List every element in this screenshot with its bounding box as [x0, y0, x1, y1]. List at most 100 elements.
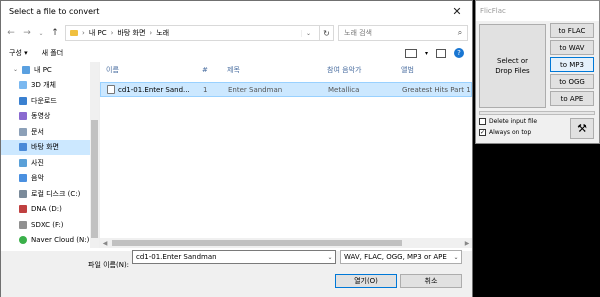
- dialog-body: ⌄ 내 PC 3D 개체 다운로드 동영상 문서 바탕 화면 사진 음악 로컬 …: [1, 62, 472, 248]
- sidebar-item-desktop[interactable]: 바탕 화면: [1, 139, 99, 155]
- up-arrow-icon[interactable]: ↑: [49, 26, 61, 40]
- video-icon: [19, 112, 27, 121]
- help-icon[interactable]: ?: [454, 48, 464, 58]
- cloud-icon: [19, 236, 27, 245]
- file-dialog: Select a file to convert ✕ ← → ⌄ ↑ › 내 P…: [0, 0, 473, 297]
- chevron-icon: ›: [149, 29, 153, 37]
- preview-pane-icon[interactable]: [436, 48, 446, 58]
- scroll-left-icon[interactable]: ◀: [100, 240, 110, 247]
- close-icon[interactable]: ✕: [442, 1, 472, 22]
- column-header-album[interactable]: 앨범: [395, 65, 472, 75]
- to-mp3-button[interactable]: to MP3: [550, 57, 594, 72]
- organize-button[interactable]: 구성 ▾: [9, 48, 28, 58]
- chevron-down-icon[interactable]: ⌄: [13, 66, 18, 73]
- always-on-top-checkbox[interactable]: ✓ Always on top: [479, 129, 531, 136]
- filetype-select[interactable]: WAV, FLAC, OGG, MP3 or APE ⌄: [340, 250, 462, 264]
- sidebar-item-pictures[interactable]: 사진: [1, 155, 99, 171]
- sidebar-item-label: 음악: [31, 174, 44, 183]
- sidebar-item-downloads[interactable]: 다운로드: [1, 93, 99, 109]
- sidebar-item-3d-objects[interactable]: 3D 개체: [1, 78, 99, 94]
- command-toolbar: 구성 ▾ 새 폴더 ▾ ?: [1, 44, 472, 62]
- file-number: 1: [203, 85, 208, 94]
- navigation-pane: ⌄ 내 PC 3D 개체 다운로드 동영상 문서 바탕 화면 사진 음악 로컬 …: [1, 62, 99, 248]
- to-ape-button[interactable]: to APE: [550, 91, 594, 106]
- open-button[interactable]: 열기(O): [335, 274, 397, 288]
- sidebar-item-documents[interactable]: 문서: [1, 124, 99, 140]
- audio-file-icon: [107, 85, 115, 94]
- to-flac-button[interactable]: to FLAC: [550, 23, 594, 38]
- file-name-cell: cd1-01.Enter Sand...: [101, 85, 197, 94]
- sidebar-item-label: 다운로드: [31, 96, 57, 105]
- breadcrumb-item[interactable]: 노래: [156, 28, 169, 38]
- sidebar-item-label: 문서: [31, 127, 44, 136]
- chevron-down-icon[interactable]: ⌄: [451, 254, 461, 261]
- column-header-number[interactable]: #: [196, 66, 221, 74]
- filename-value: cd1-01.Enter Sandman: [136, 253, 217, 261]
- sidebar-item-label: 내 PC: [34, 65, 52, 74]
- column-header-title[interactable]: 제목: [221, 65, 321, 75]
- sidebar-item-label: 바탕 화면: [31, 143, 59, 152]
- select-files-label: Select or Drop Files: [495, 57, 530, 75]
- refresh-icon[interactable]: ↻: [319, 26, 333, 40]
- new-folder-button[interactable]: 새 폴더: [42, 48, 64, 58]
- filetype-value: WAV, FLAC, OGG, MP3 or APE: [344, 253, 447, 261]
- column-header-name[interactable]: 이름: [100, 65, 196, 75]
- sidebar-item-videos[interactable]: 동영상: [1, 109, 99, 125]
- sidebar-item-pc[interactable]: ⌄ 내 PC: [1, 62, 99, 78]
- flicflac-title: FlicFlac: [476, 1, 599, 21]
- file-name: cd1-01.Enter Sand...: [118, 85, 190, 94]
- checkbox-box[interactable]: [479, 118, 486, 125]
- file-title: Enter Sandman: [228, 85, 283, 94]
- tools-icon[interactable]: ⚒: [570, 118, 594, 139]
- delete-input-checkbox[interactable]: Delete input file: [479, 118, 537, 125]
- chevron-down-icon[interactable]: ▾: [425, 50, 428, 57]
- filename-label: 파일 이름(N):: [88, 261, 130, 269]
- filename-input[interactable]: cd1-01.Enter Sandman ⌄: [132, 250, 336, 264]
- sidebar-item-drive-d[interactable]: DNA (D:): [1, 202, 99, 218]
- search-icon[interactable]: ⌕: [453, 28, 467, 38]
- select-files-button[interactable]: Select or Drop Files: [479, 24, 546, 108]
- sd-card-icon: [19, 220, 27, 229]
- sidebar-item-label: 로컬 디스크 (C:): [31, 189, 81, 198]
- sidebar-item-drive-c[interactable]: 로컬 디스크 (C:): [1, 186, 99, 202]
- scroll-right-icon[interactable]: ▶: [462, 240, 472, 247]
- music-icon: [19, 174, 27, 183]
- recent-dropdown-icon[interactable]: ⌄: [37, 26, 45, 40]
- search-input[interactable]: 노래 검색 ⌕: [338, 25, 468, 41]
- sidebar-item-label: SDXC (F:): [31, 220, 64, 229]
- forward-arrow-icon[interactable]: →: [21, 26, 33, 40]
- file-album: Greatest Hits Part 1: [402, 85, 471, 94]
- cancel-button[interactable]: 취소: [400, 274, 462, 288]
- to-wav-button[interactable]: to WAV: [550, 40, 594, 55]
- checkbox-box[interactable]: ✓: [479, 129, 486, 136]
- 3d-objects-icon: [19, 81, 27, 90]
- file-artist: Metallica: [328, 85, 360, 94]
- back-arrow-icon[interactable]: ←: [5, 26, 17, 40]
- scrollbar-thumb[interactable]: [112, 240, 402, 246]
- navigation-row: ← → ⌄ ↑ › 내 PC › 바탕 화면 › 노래 ⌄ ↻ 노래 검색 ⌕: [1, 22, 472, 44]
- chevron-down-icon[interactable]: ⌄: [300, 29, 315, 37]
- scrollbar-thumb[interactable]: [91, 120, 98, 238]
- sidebar-item-drive-n[interactable]: Naver Cloud (N:): [1, 233, 99, 249]
- address-bar[interactable]: › 내 PC › 바탕 화면 › 노래 ⌄ ↻: [65, 25, 334, 41]
- checkbox-label: Always on top: [489, 129, 532, 136]
- sidebar-item-drive-f[interactable]: SDXC (F:): [1, 217, 99, 233]
- breadcrumb-item[interactable]: 내 PC: [89, 28, 107, 38]
- view-options-icon[interactable]: [404, 48, 417, 58]
- sidebar-item-label: 사진: [31, 158, 44, 167]
- table-row[interactable]: cd1-01.Enter Sand... 1 Enter Sandman Met…: [100, 82, 472, 97]
- pc-icon: [22, 65, 31, 74]
- chevron-down-icon[interactable]: ⌄: [325, 254, 335, 261]
- download-icon: [19, 96, 27, 105]
- desktop-icon: [19, 143, 27, 152]
- to-ogg-button[interactable]: to OGG: [550, 74, 594, 89]
- column-header-artist[interactable]: 참여 음악가: [321, 65, 395, 75]
- sidebar-item-label: DNA (D:): [31, 205, 62, 214]
- folder-icon: [70, 30, 78, 36]
- sidebar-item-label: Naver Cloud (N:): [31, 236, 90, 245]
- sidebar-scrollbar[interactable]: [90, 62, 99, 248]
- drive-icon: [19, 189, 27, 198]
- breadcrumb-item[interactable]: 바탕 화면: [117, 28, 145, 38]
- horizontal-scrollbar[interactable]: ◀ ▶: [100, 238, 472, 248]
- sidebar-item-music[interactable]: 음악: [1, 171, 99, 187]
